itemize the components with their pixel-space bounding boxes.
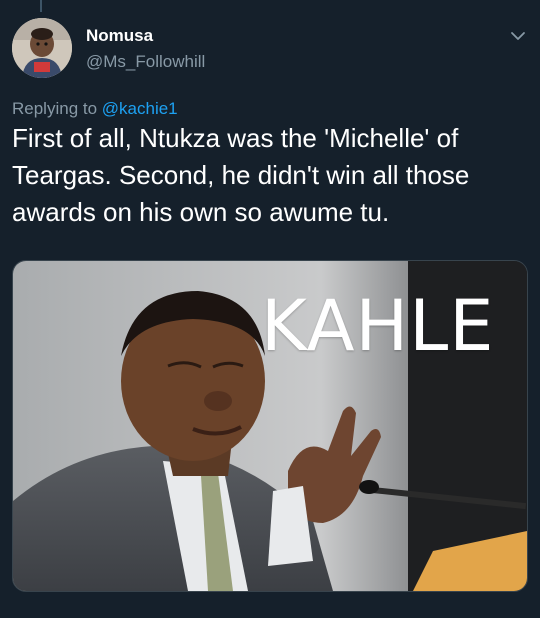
avatar-image xyxy=(12,18,72,78)
author-display-name[interactable]: Nomusa xyxy=(86,26,153,46)
tweet-media[interactable]: KAHLE xyxy=(12,260,528,592)
avatar[interactable] xyxy=(12,18,72,78)
chevron-down-icon[interactable] xyxy=(508,26,528,46)
replying-to-label: Replying to xyxy=(12,99,102,118)
meme-caption: KAHLE xyxy=(261,285,495,367)
thread-connector-line xyxy=(40,0,42,12)
replying-to: Replying to @kachie1 xyxy=(12,99,178,119)
reply-mention-link[interactable]: @kachie1 xyxy=(102,99,178,118)
tweet-text: First of all, Ntukza was the 'Michelle' … xyxy=(12,123,470,227)
author-handle[interactable]: @Ms_Followhill xyxy=(86,52,205,72)
